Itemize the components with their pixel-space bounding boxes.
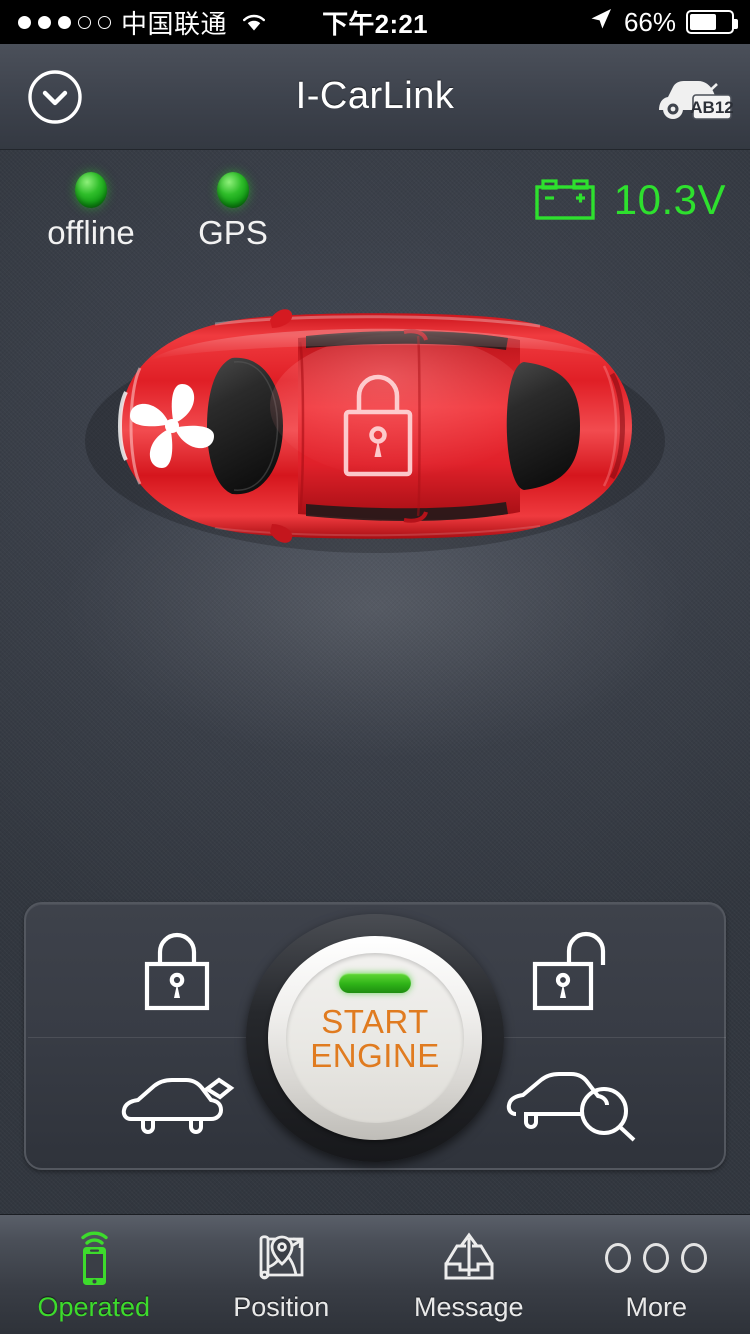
car-trunk-open-icon	[121, 1077, 235, 1134]
clock: 下午2:21	[322, 8, 428, 39]
outbox-tray-icon	[440, 1230, 498, 1286]
three-circles-icon	[605, 1230, 708, 1286]
control-panel: START ENGINE	[24, 902, 726, 1170]
chevron-down-circle-icon	[28, 69, 82, 124]
voltage-label: 10.3V	[613, 176, 726, 223]
status-indicator-label: offline	[47, 214, 135, 251]
tab-bar: Operated Position Message More	[0, 1214, 750, 1334]
status-bar-left: 中国联通	[0, 4, 300, 41]
tab-message[interactable]: Message	[375, 1215, 563, 1334]
vehicle-plate-label: AB12	[690, 98, 733, 117]
car-battery-icon	[532, 178, 598, 222]
status-bar: 中国联通 下午2:21 66%	[0, 0, 750, 44]
start-engine-face: START ENGINE	[286, 953, 464, 1123]
collapse-button[interactable]	[0, 68, 110, 126]
tab-label: Position	[233, 1292, 330, 1322]
lock-closed-icon	[144, 932, 210, 1010]
status-indicator-offline: offline	[36, 172, 146, 249]
tab-label: Operated	[37, 1292, 151, 1322]
tab-operated[interactable]: Operated	[0, 1215, 188, 1334]
tab-label: Message	[413, 1292, 524, 1322]
car-search-icon	[506, 1071, 636, 1141]
tab-position[interactable]: Position	[188, 1215, 376, 1334]
vehicle-illustration[interactable]	[0, 296, 750, 758]
main-content: offline GPS 10.3V START ENGINE	[0, 150, 750, 1214]
signal-strength-dots	[18, 15, 111, 29]
battery-percent-label: 66%	[623, 6, 676, 37]
tab-more[interactable]: More	[563, 1215, 750, 1334]
status-led-icon	[217, 172, 249, 208]
nav-bar: I-CarLink AB12	[0, 44, 750, 150]
start-engine-inner: START ENGINE	[268, 936, 482, 1140]
carrier-label: 中国联通	[121, 9, 228, 40]
status-bar-right: 66%	[450, 6, 750, 39]
vehicle-select-button[interactable]: AB12	[640, 66, 750, 128]
lock-open-icon	[532, 931, 606, 1010]
voltage-indicator: 10.3V	[532, 176, 726, 224]
engine-status-led-icon	[339, 973, 411, 993]
start-engine-label-line1: START	[321, 1003, 429, 1040]
tab-label: More	[625, 1292, 687, 1322]
phone-signal-icon	[67, 1230, 121, 1286]
start-engine-label-line2: ENGINE	[310, 1037, 440, 1075]
start-engine-button[interactable]: START ENGINE	[246, 914, 504, 1162]
map-pin-icon	[252, 1230, 310, 1286]
status-indicator-label: GPS	[198, 214, 268, 251]
app-screen: 中国联通 下午2:21 66% I-CarLink AB12 offline G…	[0, 0, 750, 1334]
car-plate-icon: AB12	[659, 80, 734, 120]
status-indicator-row: offline GPS 10.3V	[0, 172, 750, 282]
location-arrow-icon	[588, 6, 614, 39]
status-led-icon	[75, 172, 107, 208]
page-title: I-CarLink	[295, 75, 455, 117]
battery-icon	[686, 10, 738, 34]
wifi-icon	[241, 12, 267, 32]
status-indicator-gps: GPS	[178, 172, 288, 249]
